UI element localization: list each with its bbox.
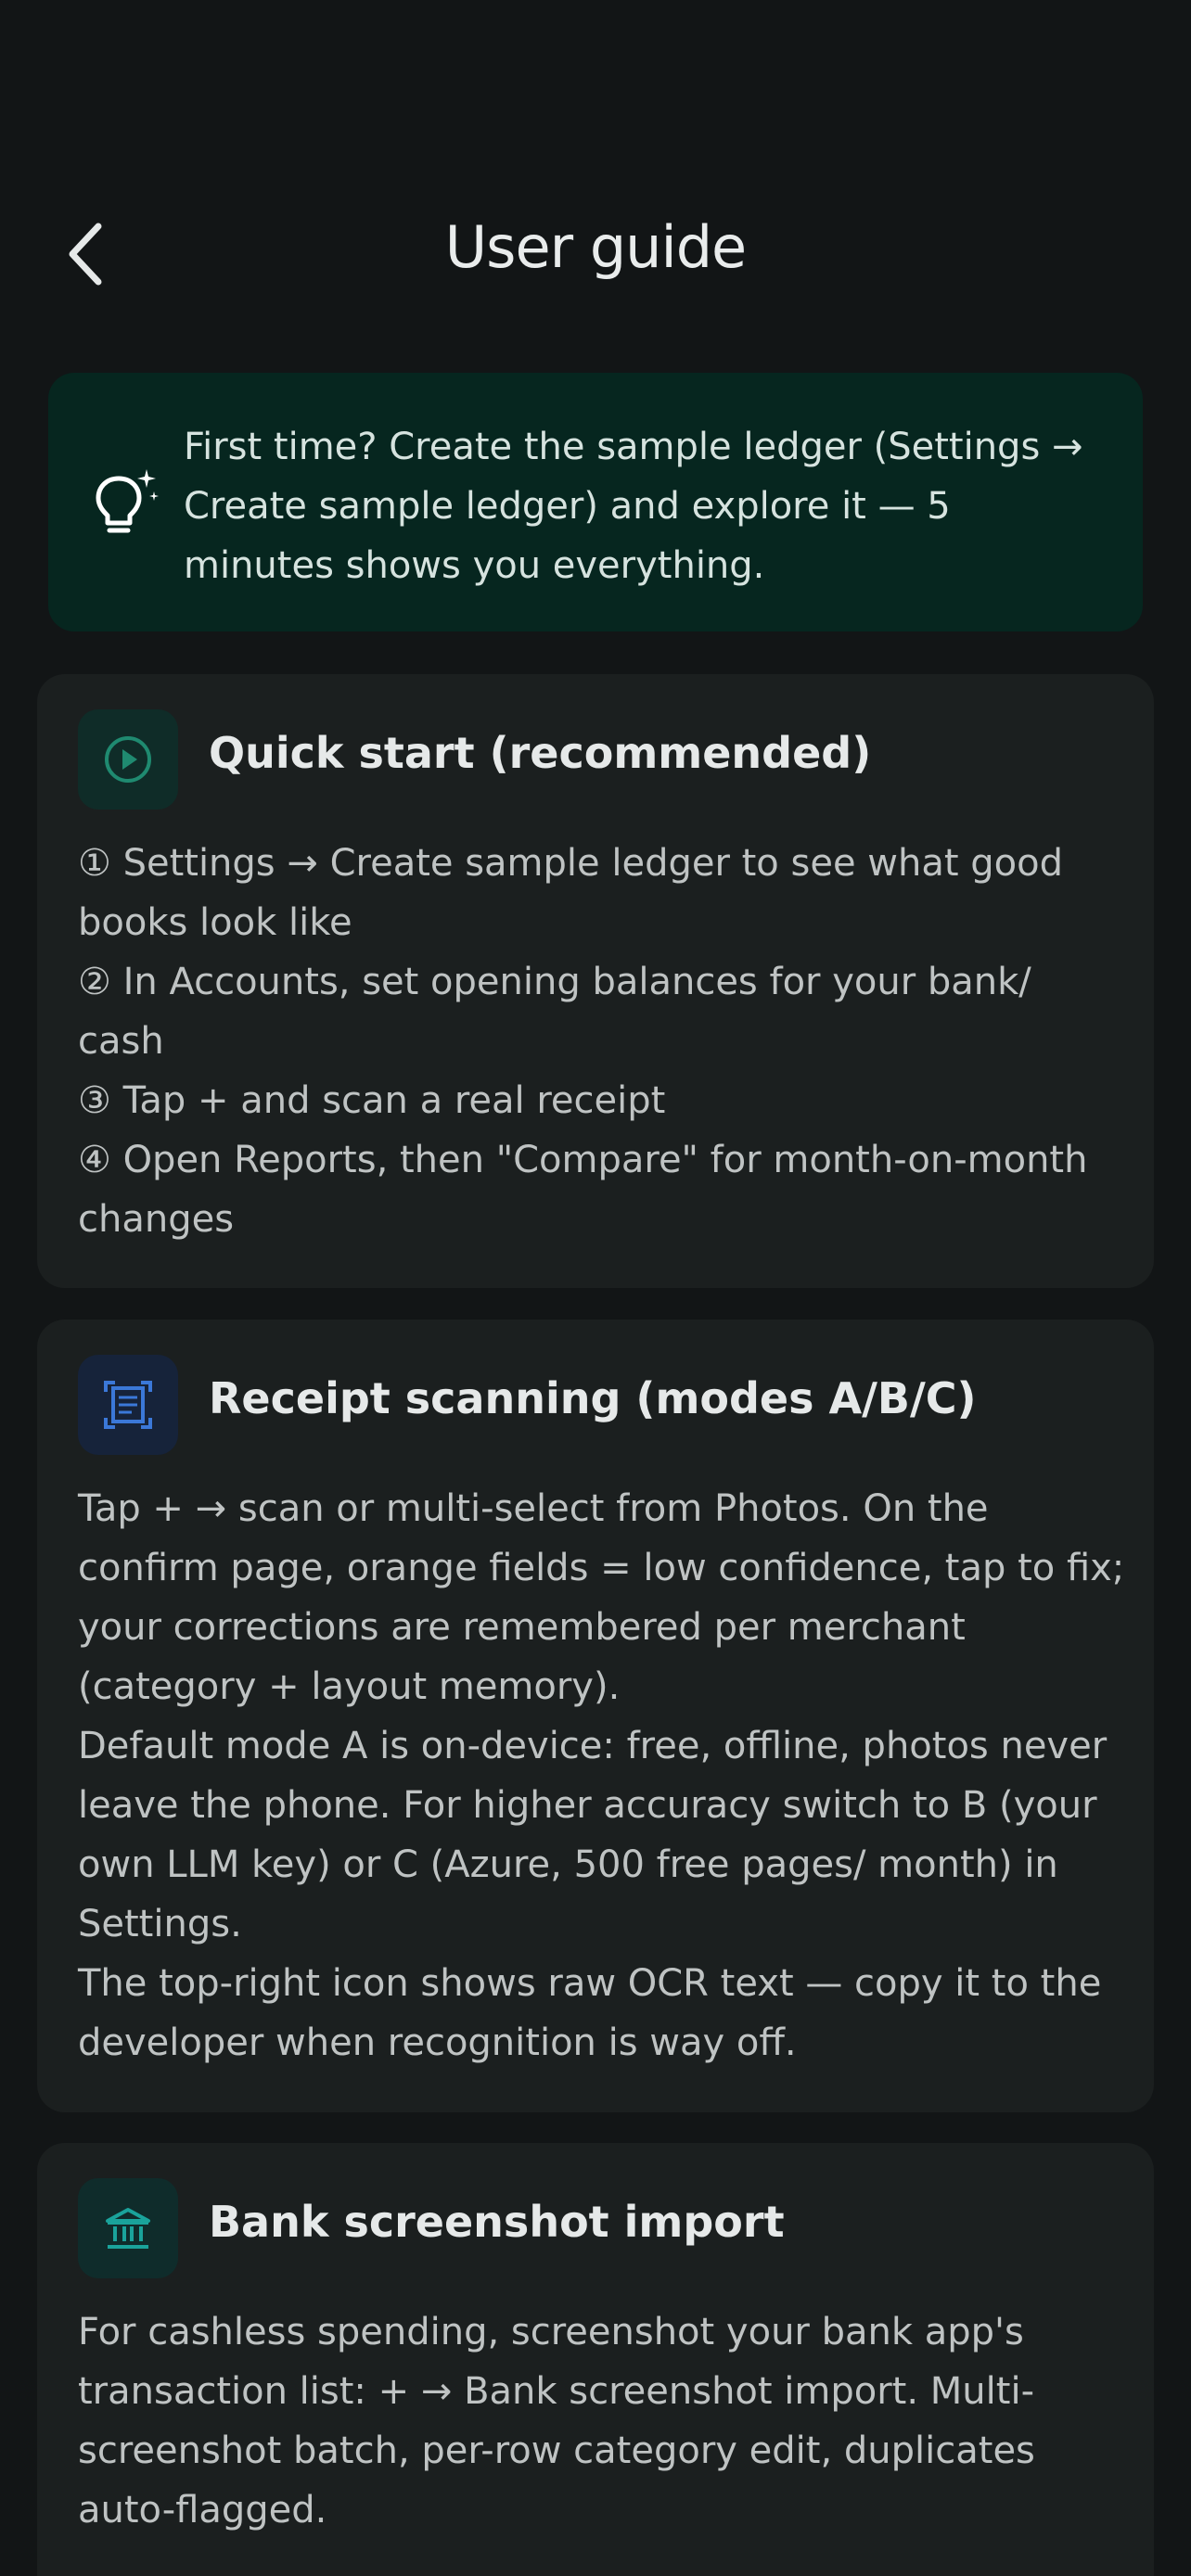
step-4: ④ Open Reports, then "Compare" for month…	[78, 1139, 1088, 1241]
section-body: ① Settings → Create sample ledger to see…	[78, 834, 1126, 1249]
section-icon-badge	[78, 1355, 178, 1455]
section-receipt-scanning: Receipt scanning (modes A/B/C) Tap + → s…	[37, 1320, 1154, 2112]
section-body: For cashless spending, screenshot your b…	[78, 2302, 1126, 2540]
paragraph: Tap + → scan or multi-select from Photos…	[78, 1487, 1125, 1708]
paragraph: The top-right icon shows raw OCR text — …	[78, 1962, 1102, 2064]
section-title: Quick start (recommended)	[209, 728, 872, 778]
section-title: Bank screenshot import	[209, 2197, 785, 2247]
document-scan-icon	[104, 1381, 152, 1429]
bank-icon	[106, 2208, 150, 2249]
play-circle-icon	[105, 736, 151, 783]
step-1: ① Settings → Create sample ledger to see…	[78, 842, 1063, 944]
tip-text: First time? Create the sample ledger (Se…	[184, 426, 1083, 587]
step-3: ③ Tap + and scan a real receipt	[78, 1079, 666, 1122]
section-body: Tap + → scan or multi-select from Photos…	[78, 1479, 1126, 2072]
page-title: User guide	[444, 213, 747, 281]
section-title: Receipt scanning (modes A/B/C)	[209, 1373, 977, 1423]
top-bar: User guide	[0, 176, 1191, 334]
section-icon-badge	[78, 709, 178, 810]
section-quick-start: Quick start (recommended) ① Settings → C…	[37, 674, 1154, 1288]
section-icon-badge	[78, 2178, 178, 2278]
paragraph: For cashless spending, screenshot your b…	[78, 2311, 1035, 2531]
lightbulb-sparkle-icon	[96, 469, 159, 533]
step-2: ② In Accounts, set opening balances for …	[78, 961, 1031, 1063]
tip-banner: First time? Create the sample ledger (Se…	[48, 373, 1143, 631]
paragraph: Default mode A is on-device: free, offli…	[78, 1725, 1108, 1945]
section-bank-screenshot-import: Bank screenshot import For cashless spen…	[37, 2143, 1154, 2576]
